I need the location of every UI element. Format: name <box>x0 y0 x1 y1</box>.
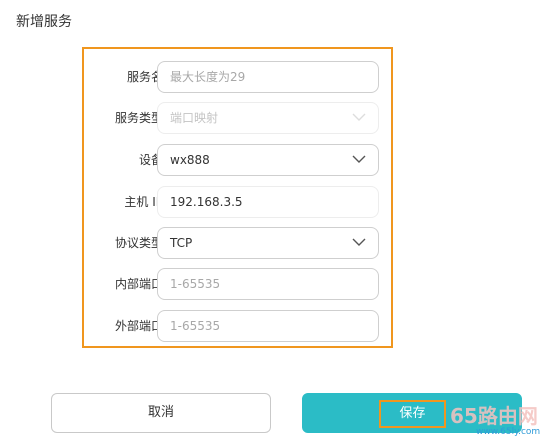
row-internal-port: 内部端口 <box>84 268 395 300</box>
internal-port-label: 内部端口 <box>114 277 163 291</box>
protocol-select[interactable]: TCP <box>157 227 379 259</box>
device-value: wx888 <box>170 153 210 167</box>
service-form: 服务名 服务类型 端口映射 设备 wx888 主机 IP 协议类型 <box>82 47 393 348</box>
chevron-down-icon <box>352 155 366 163</box>
service-type-value: 端口映射 <box>170 111 219 125</box>
device-select[interactable]: wx888 <box>157 144 379 176</box>
external-port-input[interactable] <box>170 311 366 341</box>
protocol-value: TCP <box>170 236 193 250</box>
service-type-select[interactable]: 端口映射 <box>157 102 379 134</box>
external-port-label: 外部端口 <box>114 319 163 333</box>
chevron-down-icon <box>352 113 366 121</box>
row-service-name: 服务名 <box>84 61 395 93</box>
service-name-input[interactable] <box>170 62 366 92</box>
host-ip-field[interactable] <box>157 186 379 218</box>
save-button-label: 保存 <box>379 400 446 428</box>
service-type-label: 服务类型 <box>114 111 163 125</box>
row-service-type: 服务类型 端口映射 <box>84 102 395 134</box>
row-external-port: 外部端口 <box>84 310 395 342</box>
external-port-field[interactable] <box>157 310 379 342</box>
internal-port-input[interactable] <box>170 269 366 299</box>
host-ip-input[interactable] <box>170 187 366 217</box>
internal-port-field[interactable] <box>157 268 379 300</box>
cancel-button[interactable]: 取消 <box>51 393 271 433</box>
row-protocol: 协议类型 TCP <box>84 227 395 259</box>
save-button[interactable]: 保存 <box>302 393 522 433</box>
protocol-label: 协议类型 <box>114 236 163 250</box>
chevron-down-icon <box>352 238 366 246</box>
service-name-field[interactable] <box>157 61 379 93</box>
page-title: 新增服务 <box>16 14 72 30</box>
row-device: 设备 wx888 <box>84 144 395 176</box>
row-host-ip: 主机 IP <box>84 186 395 218</box>
